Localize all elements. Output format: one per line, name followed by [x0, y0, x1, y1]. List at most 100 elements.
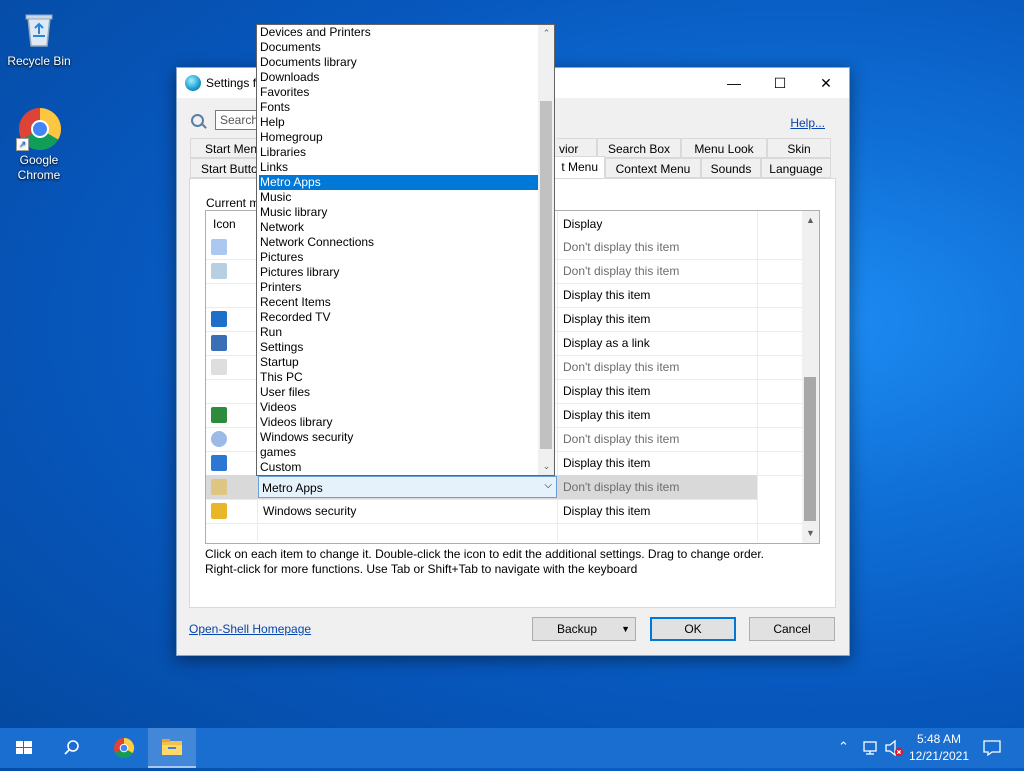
table-row[interactable]: Windows security Display this item: [206, 499, 802, 524]
dropdown-option[interactable]: Fonts: [259, 100, 539, 115]
search-input[interactable]: Search: [215, 110, 259, 130]
dropdown-option[interactable]: This PC: [259, 370, 539, 385]
tab-menu-look[interactable]: Menu Look: [681, 138, 767, 158]
tab-search-box[interactable]: Search Box: [597, 138, 681, 158]
notification-center-icon[interactable]: [982, 739, 1002, 757]
menu-item-icon[interactable]: [211, 407, 227, 423]
menu-item-icon[interactable]: [211, 455, 227, 471]
desktop-icon-recycle-bin[interactable]: Recycle Bin: [1, 8, 77, 68]
dropdown-option[interactable]: User files: [259, 385, 539, 400]
start-button[interactable]: [0, 728, 48, 768]
window-title: Settings f: [206, 76, 257, 90]
tab-skin[interactable]: Skin: [767, 138, 831, 158]
menu-item-icon[interactable]: [211, 479, 227, 495]
dropdown-option[interactable]: Custom: [259, 460, 539, 475]
menu-item-display-setting[interactable]: Display this item: [563, 456, 650, 470]
show-hidden-icons-chevron-up-icon[interactable]: ⌃: [838, 739, 849, 755]
backup-button[interactable]: Backup ▼: [532, 617, 636, 641]
menu-item-display-setting[interactable]: Don't display this item: [563, 360, 679, 374]
ok-button[interactable]: OK: [650, 617, 736, 641]
dropdown-option[interactable]: Music: [259, 190, 539, 205]
dropdown-option[interactable]: Run: [259, 325, 539, 340]
tab-context-menu[interactable]: Context Menu: [605, 158, 701, 178]
tab-sounds[interactable]: Sounds: [701, 158, 761, 178]
cancel-button[interactable]: Cancel: [749, 617, 835, 641]
menu-item-icon[interactable]: [211, 383, 227, 399]
open-shell-homepage-link[interactable]: Open-Shell Homepage: [189, 622, 311, 636]
minimize-button[interactable]: —: [711, 68, 757, 98]
grid-scroll-thumb[interactable]: [804, 377, 816, 521]
dropdown-option[interactable]: Recorded TV: [259, 310, 539, 325]
dropdown-scroll-thumb[interactable]: [540, 101, 552, 449]
scroll-up-icon[interactable]: ⌃: [541, 28, 552, 39]
menu-item-display-setting[interactable]: Display this item: [563, 384, 650, 398]
dropdown-option[interactable]: Help: [259, 115, 539, 130]
file-explorer-taskbar-button[interactable]: [148, 728, 196, 768]
volume-muted-icon[interactable]: [884, 739, 904, 757]
menu-item-icon[interactable]: [211, 359, 227, 375]
display-column-header: Display: [563, 217, 603, 231]
grid-scrollbar[interactable]: ▲ ▼: [802, 211, 819, 543]
menu-item-name[interactable]: Windows security: [263, 504, 356, 518]
dropdown-option[interactable]: Pictures library: [259, 265, 539, 280]
dropdown-option[interactable]: games: [259, 445, 539, 460]
dropdown-option[interactable]: Pictures: [259, 250, 539, 265]
menu-item-icon[interactable]: [211, 335, 227, 351]
dropdown-option[interactable]: Videos library: [259, 415, 539, 430]
search-taskbar-button[interactable]: [48, 728, 96, 768]
desktop-icon-label: Google Chrome: [17, 153, 61, 182]
item-name-combobox[interactable]: Metro Apps ⌵: [258, 476, 557, 498]
network-icon[interactable]: [862, 740, 880, 756]
help-link[interactable]: Help...: [790, 116, 825, 130]
dropdown-option[interactable]: Homegroup: [259, 130, 539, 145]
tab-start-button[interactable]: Start Butto: [190, 158, 262, 178]
menu-item-display-setting[interactable]: Don't display this item: [563, 480, 679, 494]
scroll-down-icon[interactable]: ⌄: [541, 461, 552, 472]
dropdown-option[interactable]: Favorites: [259, 85, 539, 100]
desktop-icon-google-chrome[interactable]: ↗ Google Chrome: [1, 107, 77, 183]
menu-item-display-setting[interactable]: Don't display this item: [563, 432, 679, 446]
dropdown-option[interactable]: Network: [259, 220, 539, 235]
menu-item-display-setting[interactable]: Display as a link: [563, 336, 650, 350]
tab-language[interactable]: Language: [761, 158, 831, 178]
menu-item-display-setting[interactable]: Display this item: [563, 288, 650, 302]
dropdown-option[interactable]: Documents library: [259, 55, 539, 70]
scroll-up-icon[interactable]: ▲: [805, 215, 816, 226]
dropdown-scrollbar[interactable]: ⌃ ⌄: [538, 25, 554, 475]
chevron-down-icon[interactable]: ⌵: [544, 480, 552, 491]
menu-item-icon[interactable]: [211, 431, 227, 447]
chrome-taskbar-button[interactable]: [100, 728, 148, 768]
maximize-button[interactable]: ☐: [757, 68, 803, 98]
menu-item-icon[interactable]: [211, 503, 227, 519]
dropdown-option[interactable]: Music library: [259, 205, 539, 220]
dropdown-option[interactable]: Startup: [259, 355, 539, 370]
dropdown-option[interactable]: Network Connections: [259, 235, 539, 250]
scroll-down-icon[interactable]: ▼: [805, 528, 816, 539]
dropdown-option[interactable]: Printers: [259, 280, 539, 295]
menu-item-icon[interactable]: [211, 287, 227, 303]
menu-item-display-setting[interactable]: Don't display this item: [563, 264, 679, 278]
dropdown-option[interactable]: Downloads: [259, 70, 539, 85]
dropdown-option[interactable]: Links: [259, 160, 539, 175]
dropdown-option[interactable]: Windows security: [259, 430, 539, 445]
clock-date[interactable]: 12/21/2021: [908, 749, 970, 763]
menu-item-display-setting[interactable]: Display this item: [563, 312, 650, 326]
tab-basic-behavior[interactable]: vior: [557, 138, 597, 158]
menu-item-icon[interactable]: [211, 239, 227, 255]
menu-item-icon[interactable]: [211, 311, 227, 327]
dropdown-option[interactable]: Libraries: [259, 145, 539, 160]
item-name-dropdown-list[interactable]: Devices and Printers Documents Documents l…: [256, 24, 555, 476]
menu-item-display-setting[interactable]: Display this item: [563, 504, 650, 518]
close-button[interactable]: ✕: [803, 68, 849, 98]
dropdown-option[interactable]: Recent Items: [259, 295, 539, 310]
dropdown-option[interactable]: Devices and Printers: [259, 25, 539, 40]
clock-time[interactable]: 5:48 AM: [914, 732, 964, 746]
menu-item-display-setting[interactable]: Don't display this item: [563, 240, 679, 254]
menu-item-display-setting[interactable]: Display this item: [563, 408, 650, 422]
dropdown-option[interactable]: Settings: [259, 340, 539, 355]
menu-item-icon[interactable]: [211, 263, 227, 279]
dropdown-option[interactable]: Videos: [259, 400, 539, 415]
dropdown-option[interactable]: Metro Apps: [259, 175, 539, 190]
dropdown-option[interactable]: Documents: [259, 40, 539, 55]
tab-start-menu-style[interactable]: Start Men: [190, 138, 262, 158]
